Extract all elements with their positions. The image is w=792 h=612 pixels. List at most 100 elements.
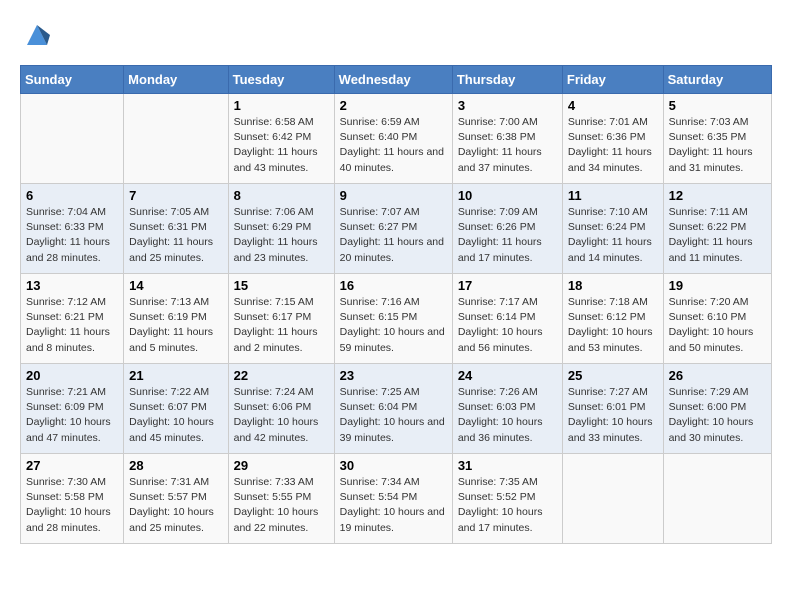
day-info: Sunrise: 7:09 AM Sunset: 6:26 PM Dayligh… (458, 205, 557, 266)
calendar-cell: 14 Sunrise: 7:13 AM Sunset: 6:19 PM Dayli… (124, 274, 228, 364)
day-info: Sunrise: 7:10 AM Sunset: 6:24 PM Dayligh… (568, 205, 658, 266)
day-number: 25 (568, 368, 658, 383)
day-number: 28 (129, 458, 222, 473)
calendar-cell: 1 Sunrise: 6:58 AM Sunset: 6:42 PM Daylig… (228, 94, 334, 184)
day-number: 2 (340, 98, 447, 113)
day-number: 17 (458, 278, 557, 293)
day-number: 19 (669, 278, 766, 293)
day-number: 22 (234, 368, 329, 383)
day-number: 18 (568, 278, 658, 293)
calendar-table: SundayMondayTuesdayWednesdayThursdayFrid… (20, 65, 772, 544)
day-number: 29 (234, 458, 329, 473)
calendar-cell: 15 Sunrise: 7:15 AM Sunset: 6:17 PM Dayli… (228, 274, 334, 364)
calendar-cell: 5 Sunrise: 7:03 AM Sunset: 6:35 PM Daylig… (663, 94, 771, 184)
calendar-cell (562, 454, 663, 544)
day-info: Sunrise: 7:17 AM Sunset: 6:14 PM Dayligh… (458, 295, 557, 356)
day-info: Sunrise: 6:58 AM Sunset: 6:42 PM Dayligh… (234, 115, 329, 176)
day-number: 13 (26, 278, 118, 293)
calendar-cell: 24 Sunrise: 7:26 AM Sunset: 6:03 PM Dayli… (452, 364, 562, 454)
day-number: 20 (26, 368, 118, 383)
calendar-cell: 8 Sunrise: 7:06 AM Sunset: 6:29 PM Daylig… (228, 184, 334, 274)
day-info: Sunrise: 7:16 AM Sunset: 6:15 PM Dayligh… (340, 295, 447, 356)
day-info: Sunrise: 7:05 AM Sunset: 6:31 PM Dayligh… (129, 205, 222, 266)
day-info: Sunrise: 7:11 AM Sunset: 6:22 PM Dayligh… (669, 205, 766, 266)
calendar-week-row: 6 Sunrise: 7:04 AM Sunset: 6:33 PM Daylig… (21, 184, 772, 274)
calendar-cell: 21 Sunrise: 7:22 AM Sunset: 6:07 PM Dayli… (124, 364, 228, 454)
calendar-cell: 22Sunrise: 7:24 AM Sunset: 6:06 PM Dayli… (228, 364, 334, 454)
day-number: 8 (234, 188, 329, 203)
calendar-cell: 17 Sunrise: 7:17 AM Sunset: 6:14 PM Dayli… (452, 274, 562, 364)
day-number: 9 (340, 188, 447, 203)
day-number: 7 (129, 188, 222, 203)
column-header-sunday: Sunday (21, 66, 124, 94)
calendar-cell: 30Sunrise: 7:34 AM Sunset: 5:54 PM Dayli… (334, 454, 452, 544)
day-number: 31 (458, 458, 557, 473)
day-number: 14 (129, 278, 222, 293)
day-number: 6 (26, 188, 118, 203)
day-info: Sunrise: 7:01 AM Sunset: 6:36 PM Dayligh… (568, 115, 658, 176)
day-info: Sunrise: 7:27 AM Sunset: 6:01 PM Dayligh… (568, 385, 658, 446)
day-number: 21 (129, 368, 222, 383)
day-number: 16 (340, 278, 447, 293)
day-info: Sunrise: 7:33 AM Sunset: 5:55 PM Dayligh… (234, 475, 329, 536)
day-info: Sunrise: 7:25 AM Sunset: 6:04 PM Dayligh… (340, 385, 447, 446)
day-number: 4 (568, 98, 658, 113)
calendar-cell: 6 Sunrise: 7:04 AM Sunset: 6:33 PM Daylig… (21, 184, 124, 274)
calendar-cell (21, 94, 124, 184)
day-info: Sunrise: 7:13 AM Sunset: 6:19 PM Dayligh… (129, 295, 222, 356)
day-info: Sunrise: 7:18 AM Sunset: 6:12 PM Dayligh… (568, 295, 658, 356)
day-info: Sunrise: 7:22 AM Sunset: 6:07 PM Dayligh… (129, 385, 222, 446)
calendar-week-row: 1 Sunrise: 6:58 AM Sunset: 6:42 PM Daylig… (21, 94, 772, 184)
calendar-cell: 11 Sunrise: 7:10 AM Sunset: 6:24 PM Dayli… (562, 184, 663, 274)
day-number: 23 (340, 368, 447, 383)
day-info: Sunrise: 7:21 AM Sunset: 6:09 PM Dayligh… (26, 385, 118, 446)
calendar-cell: 2 Sunrise: 6:59 AM Sunset: 6:40 PM Daylig… (334, 94, 452, 184)
day-info: Sunrise: 7:20 AM Sunset: 6:10 PM Dayligh… (669, 295, 766, 356)
day-info: Sunrise: 7:15 AM Sunset: 6:17 PM Dayligh… (234, 295, 329, 356)
day-number: 15 (234, 278, 329, 293)
calendar-cell: 13 Sunrise: 7:12 AM Sunset: 6:21 PM Dayli… (21, 274, 124, 364)
calendar-cell: 23 Sunrise: 7:25 AM Sunset: 6:04 PM Dayli… (334, 364, 452, 454)
day-number: 11 (568, 188, 658, 203)
column-header-tuesday: Tuesday (228, 66, 334, 94)
day-info: Sunrise: 7:12 AM Sunset: 6:21 PM Dayligh… (26, 295, 118, 356)
day-number: 3 (458, 98, 557, 113)
day-info: Sunrise: 7:26 AM Sunset: 6:03 PM Dayligh… (458, 385, 557, 446)
day-number: 27 (26, 458, 118, 473)
day-info: Sunrise: 7:34 AM Sunset: 5:54 PM Dayligh… (340, 475, 447, 536)
calendar-cell: 29 Sunrise: 7:33 AM Sunset: 5:55 PM Dayli… (228, 454, 334, 544)
day-info: Sunrise: 7:29 AM Sunset: 6:00 PM Dayligh… (669, 385, 766, 446)
calendar-cell: 10 Sunrise: 7:09 AM Sunset: 6:26 PM Dayli… (452, 184, 562, 274)
calendar-cell: 27 Sunrise: 7:30 AM Sunset: 5:58 PM Dayli… (21, 454, 124, 544)
calendar-cell: 26 Sunrise: 7:29 AM Sunset: 6:00 PM Dayli… (663, 364, 771, 454)
day-number: 26 (669, 368, 766, 383)
logo-icon (22, 20, 52, 50)
page-header (20, 20, 772, 55)
calendar-week-row: 20 Sunrise: 7:21 AM Sunset: 6:09 PM Dayli… (21, 364, 772, 454)
day-info: Sunrise: 7:30 AM Sunset: 5:58 PM Dayligh… (26, 475, 118, 536)
day-info: Sunrise: 6:59 AM Sunset: 6:40 PM Dayligh… (340, 115, 447, 176)
calendar-cell: 3Sunrise: 7:00 AM Sunset: 6:38 PM Daylig… (452, 94, 562, 184)
calendar-week-row: 27 Sunrise: 7:30 AM Sunset: 5:58 PM Dayli… (21, 454, 772, 544)
column-header-wednesday: Wednesday (334, 66, 452, 94)
day-info: Sunrise: 7:04 AM Sunset: 6:33 PM Dayligh… (26, 205, 118, 266)
day-number: 5 (669, 98, 766, 113)
day-number: 1 (234, 98, 329, 113)
calendar-cell (124, 94, 228, 184)
calendar-cell: 16 Sunrise: 7:16 AM Sunset: 6:15 PM Dayli… (334, 274, 452, 364)
calendar-week-row: 13 Sunrise: 7:12 AM Sunset: 6:21 PM Dayli… (21, 274, 772, 364)
calendar-cell: 20 Sunrise: 7:21 AM Sunset: 6:09 PM Dayli… (21, 364, 124, 454)
calendar-cell: 18 Sunrise: 7:18 AM Sunset: 6:12 PM Dayli… (562, 274, 663, 364)
calendar-cell (663, 454, 771, 544)
calendar-cell: 9Sunrise: 7:07 AM Sunset: 6:27 PM Daylig… (334, 184, 452, 274)
column-header-monday: Monday (124, 66, 228, 94)
logo (20, 20, 52, 55)
calendar-header-row: SundayMondayTuesdayWednesdayThursdayFrid… (21, 66, 772, 94)
calendar-cell: 7 Sunrise: 7:05 AM Sunset: 6:31 PM Daylig… (124, 184, 228, 274)
day-number: 10 (458, 188, 557, 203)
day-info: Sunrise: 7:06 AM Sunset: 6:29 PM Dayligh… (234, 205, 329, 266)
calendar-cell: 12Sunrise: 7:11 AM Sunset: 6:22 PM Dayli… (663, 184, 771, 274)
day-info: Sunrise: 7:35 AM Sunset: 5:52 PM Dayligh… (458, 475, 557, 536)
day-number: 24 (458, 368, 557, 383)
day-info: Sunrise: 7:03 AM Sunset: 6:35 PM Dayligh… (669, 115, 766, 176)
